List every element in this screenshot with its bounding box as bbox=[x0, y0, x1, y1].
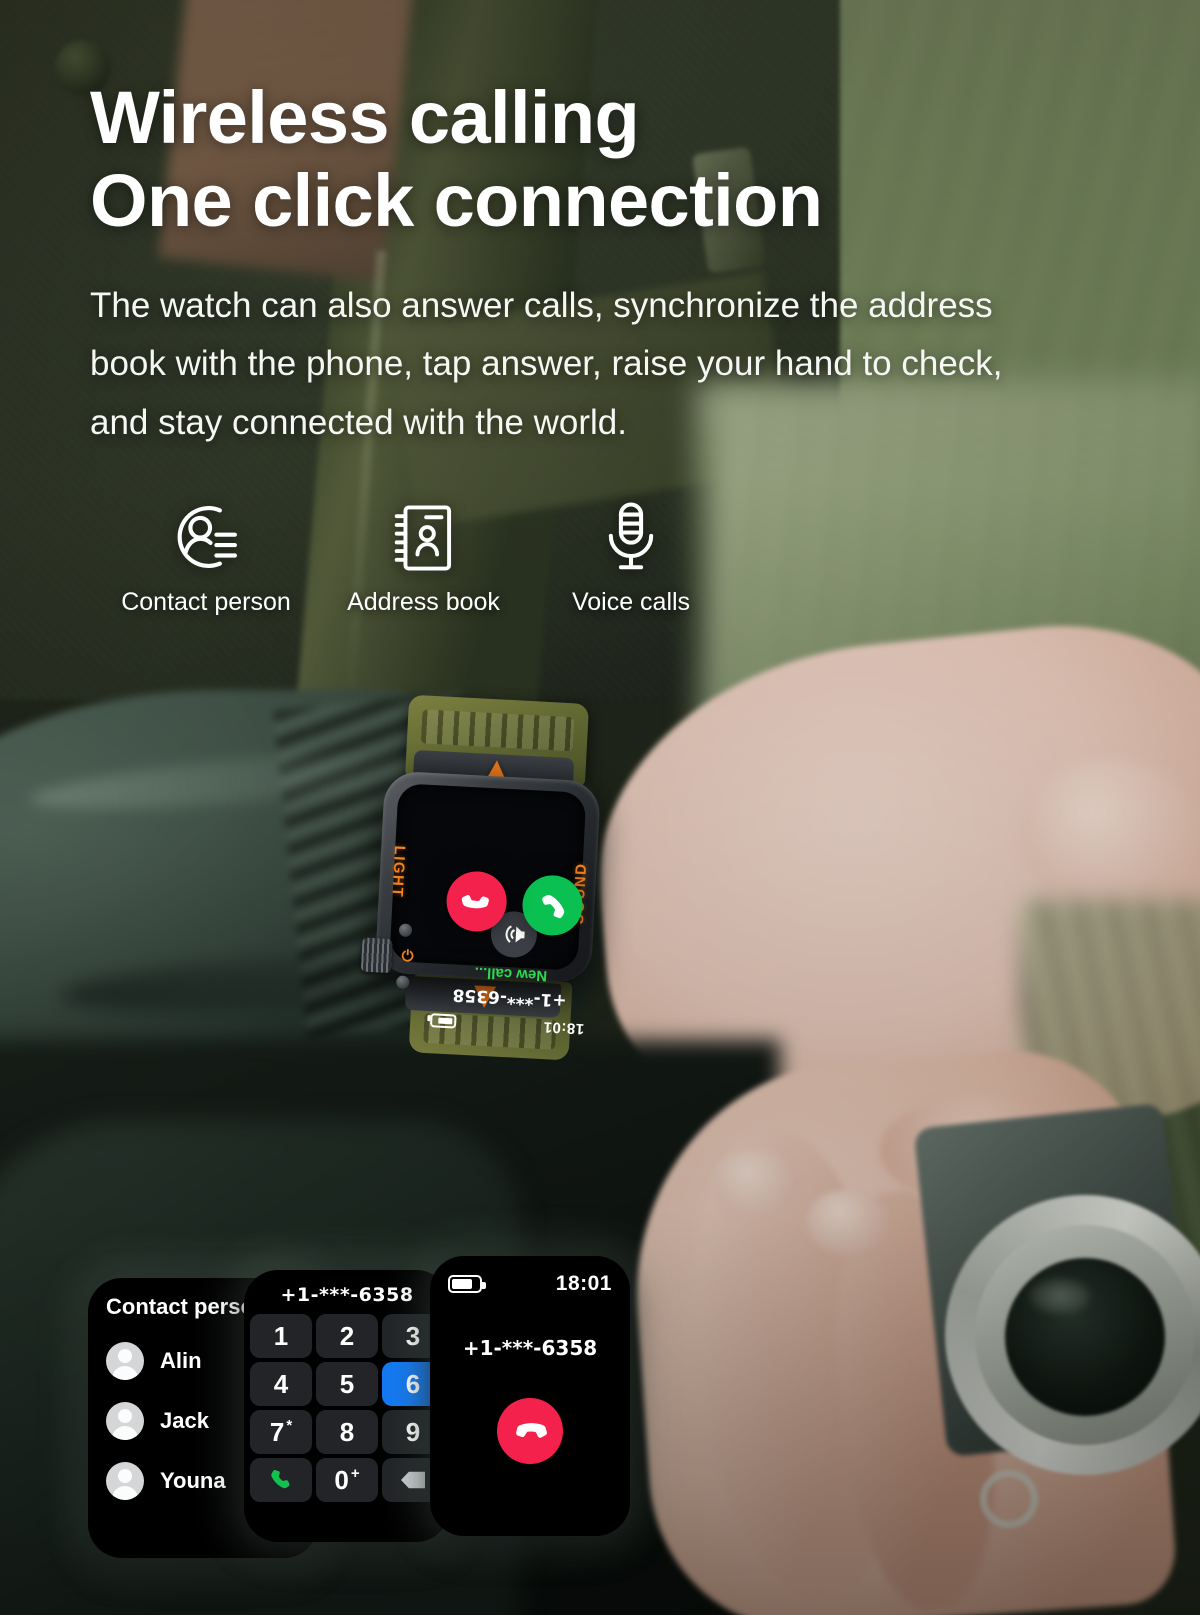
contact-person-icon bbox=[169, 492, 243, 574]
dialpad: 1 2 3 4 5 6 7 * 8 9 0 + bbox=[244, 1306, 450, 1508]
battery-icon bbox=[448, 1275, 486, 1293]
watch-screen-incoming-call: 18:01 +1-***-6358 New call... bbox=[417, 863, 606, 1046]
status-bar: 18:01 bbox=[430, 1256, 630, 1296]
key-digit: 7 bbox=[269, 1416, 285, 1447]
key-digit: 8 bbox=[339, 1416, 355, 1447]
key-digit: 9 bbox=[405, 1416, 421, 1447]
contact-name: Alin bbox=[160, 1348, 202, 1373]
hero-description-line2: book with the phone, tap answer, raise y… bbox=[90, 344, 1003, 384]
contact-name: Youna bbox=[160, 1468, 226, 1493]
hero-description: The watch can also answer calls, synchro… bbox=[90, 277, 1120, 451]
watch-status-time: 18:01 bbox=[542, 1018, 585, 1038]
status-time: 18:01 bbox=[555, 1272, 612, 1295]
key-digit: 5 bbox=[339, 1368, 355, 1399]
hero-description-line1: The watch can also answer calls, synchro… bbox=[90, 286, 993, 326]
address-book-icon bbox=[390, 492, 458, 574]
feature-contact-person: Contact person bbox=[96, 492, 316, 617]
in-call-number: +1-***-6358 bbox=[462, 1336, 598, 1360]
feature-label: Voice calls bbox=[571, 588, 691, 616]
dialpad-key-4[interactable]: 4 bbox=[250, 1362, 312, 1406]
battery-icon bbox=[429, 1013, 457, 1029]
watch-side-label-light: LIGHT bbox=[388, 845, 409, 899]
avatar bbox=[106, 1462, 144, 1500]
avatar bbox=[106, 1342, 144, 1380]
key-digit: 2 bbox=[339, 1320, 355, 1351]
key-digit: 1 bbox=[273, 1320, 289, 1351]
hero-description-line3: and stay connected with the world. bbox=[90, 402, 627, 442]
feature-label: Contact person bbox=[121, 588, 291, 616]
dialpad-key-7[interactable]: 7 * bbox=[250, 1410, 312, 1454]
dialpad-key-8[interactable]: 8 bbox=[316, 1410, 378, 1454]
feature-icon-row: Contact person Address book Voice calls bbox=[96, 492, 731, 617]
dialpad-key-1[interactable]: 1 bbox=[250, 1314, 312, 1358]
watch-case: LIGHT SOUND ⏻ 18:01 +1-***-6358 New call… bbox=[360, 770, 602, 1037]
key-digit: 0 bbox=[334, 1464, 349, 1495]
power-icon: ⏻ bbox=[401, 947, 414, 966]
key-digit: 6 bbox=[405, 1368, 421, 1399]
watch-crown[interactable] bbox=[360, 937, 393, 974]
watch-caller-number: +1-***-6358 bbox=[452, 984, 568, 1011]
microphone-icon bbox=[601, 492, 661, 574]
key-symbol: + bbox=[350, 1465, 360, 1482]
dialpad-key-5[interactable]: 5 bbox=[316, 1362, 378, 1406]
avatar bbox=[106, 1402, 144, 1440]
end-call-button[interactable] bbox=[497, 1398, 563, 1464]
page-title-line1: Wireless calling bbox=[90, 76, 640, 159]
dialpad-key-2[interactable]: 2 bbox=[316, 1314, 378, 1358]
key-symbol: * bbox=[286, 1417, 293, 1434]
dialpad-call-button[interactable] bbox=[250, 1458, 312, 1502]
key-digit: 4 bbox=[273, 1368, 289, 1399]
in-call-screen: 18:01 +1-***-6358 bbox=[430, 1256, 630, 1536]
contact-name: Jack bbox=[160, 1408, 209, 1433]
feature-address-book: Address book bbox=[316, 492, 531, 617]
key-digit: 3 bbox=[405, 1320, 421, 1351]
feature-label: Address book bbox=[347, 588, 500, 616]
dialer-number-display: +1-***-6358 bbox=[280, 1284, 414, 1306]
feature-voice-calls: Voice calls bbox=[531, 492, 731, 617]
page-title-line2: One click connection bbox=[90, 158, 823, 242]
smartwatch-on-wrist: LIGHT SOUND ⏻ 18:01 +1-***-6358 New call… bbox=[343, 693, 633, 1061]
hero-copy-block: Wireless calling One click connection Th… bbox=[90, 76, 1120, 452]
dialer-screen: +1-***-6358 1 2 3 4 5 6 7 * 8 9 0 + bbox=[244, 1270, 450, 1542]
dialpad-key-0[interactable]: 0 + bbox=[316, 1458, 378, 1502]
